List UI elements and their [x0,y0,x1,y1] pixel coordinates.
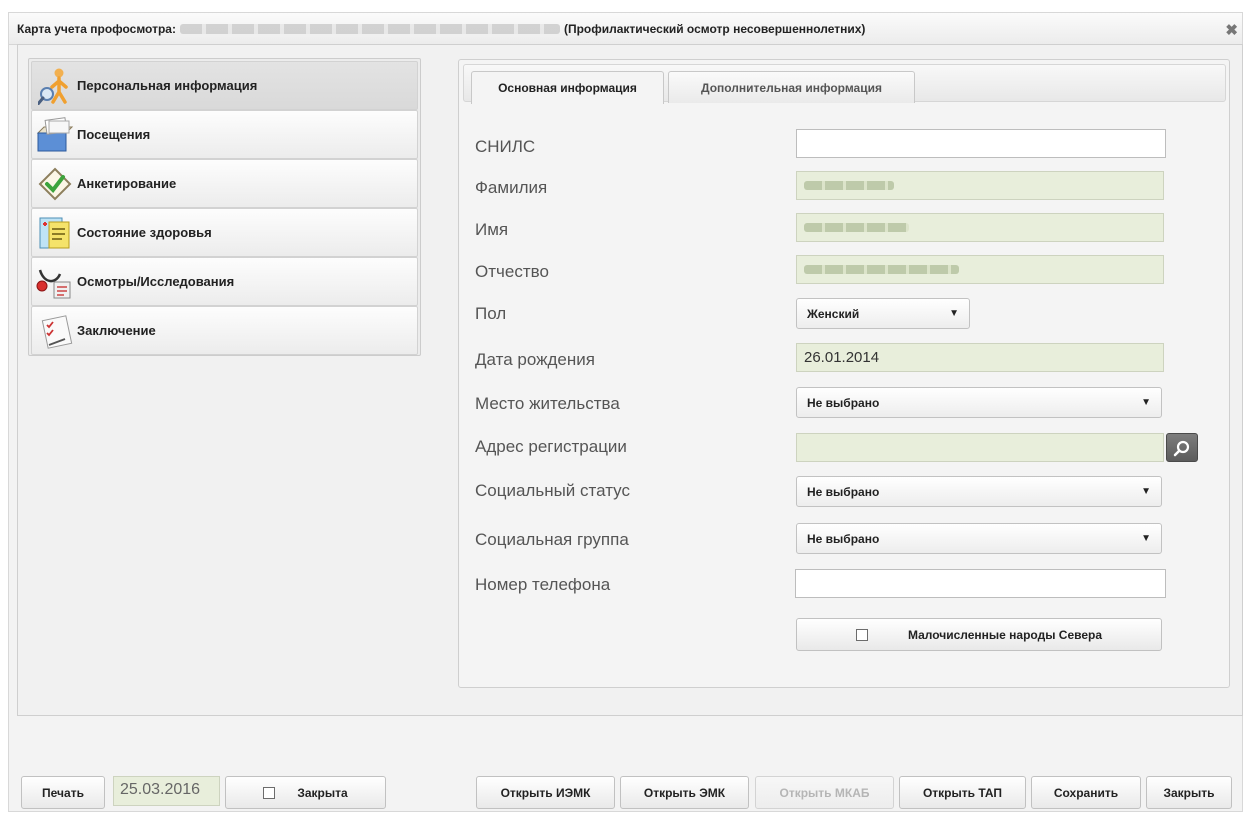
birthdate-label: Дата рождения [475,350,595,369]
redacted-value [804,265,959,274]
health-chart-icon [35,213,75,253]
phone-input[interactable] [795,569,1166,598]
sidebar-item-label: Анкетирование [77,176,177,191]
sidebar-item-health-state[interactable]: Состояние здоровья [31,208,418,257]
residence-label: Место жительства [475,394,620,413]
snils-label: СНИЛС [475,137,536,156]
window-titlebar: Карта учета профосмотра: (Профилактическ… [9,13,1242,45]
address-label: Адрес регистрации [475,437,627,456]
north-peoples-toggle[interactable]: Малочисленные народы Севера [796,618,1162,651]
phone-label: Номер телефона [475,575,611,594]
tab-main-info[interactable]: Основная информация [471,71,664,104]
snils-input[interactable] [796,129,1166,158]
gender-select-value: Женский [807,306,860,321]
chevron-down-icon: ▼ [1141,397,1151,408]
gender-label: Пол [475,304,507,323]
conclusion-document-icon [35,311,75,351]
tab-additional-info[interactable]: Дополнительная информация [668,71,915,103]
closing-date-field[interactable]: 25.03.2016 [113,776,220,806]
save-button[interactable]: Сохранить [1031,776,1141,809]
window-title-prefix: Карта учета профосмотра: [17,21,176,36]
open-mkab-button[interactable]: Открыть МКАБ [755,776,894,809]
close-icon[interactable]: ✖ [1225,21,1238,39]
social-status-select-value: Не выбрано [807,484,880,499]
gender-select[interactable]: Женский ▼ [796,298,970,329]
patronymic-field [796,255,1164,284]
closed-checkbox[interactable] [263,786,276,799]
lastname-label: Фамилия [475,178,548,197]
stethoscope-icon [35,262,75,302]
firstname-field [796,213,1164,242]
sidebar-nav: Персональная информация Посещения Анкети… [28,58,421,356]
print-button[interactable]: Печать [21,776,105,809]
address-search-button[interactable] [1166,433,1198,462]
social-group-select-value: Не выбрано [807,531,880,546]
redacted-value [804,181,894,190]
open-iemk-button[interactable]: Открыть ИЭМК [476,776,615,809]
residence-select-value: Не выбрано [807,395,880,410]
search-icon [1173,440,1190,456]
social-status-label: Социальный статус [475,481,630,500]
window-title-suffix: (Профилактический осмотр несовершеннолет… [563,21,866,36]
chevron-down-icon: ▼ [949,308,959,319]
card-file-icon [35,115,75,155]
redacted-value [804,223,909,232]
social-group-select[interactable]: Не выбрано ▼ [796,523,1162,554]
sidebar-item-examinations[interactable]: Осмотры/Исследования [31,257,418,306]
north-peoples-label: Малочисленные народы Севера [907,627,1103,642]
sidebar-item-label: Заключение [77,323,156,338]
north-peoples-checkbox[interactable] [855,628,868,641]
chevron-down-icon: ▼ [1141,533,1151,544]
sidebar-item-label: Осмотры/Исследования [77,274,235,289]
sidebar-item-personal-info[interactable]: Персональная информация [31,61,418,110]
birthdate-field: 26.01.2014 [796,343,1164,372]
lastname-field [796,171,1164,200]
checkmark-diamond-icon [35,164,75,204]
sidebar-item-questionnaire[interactable]: Анкетирование [31,159,418,208]
firstname-label: Имя [475,220,509,239]
social-status-select[interactable]: Не выбрано ▼ [796,476,1162,507]
social-group-label: Социальная группа [475,530,629,549]
person-magnifier-icon [35,66,75,106]
patronymic-label: Отчество [475,262,549,281]
chevron-down-icon: ▼ [1141,486,1151,497]
address-field[interactable] [796,433,1164,462]
open-emk-button[interactable]: Открыть ЭМК [620,776,749,809]
close-button[interactable]: Закрыть [1146,776,1232,809]
sidebar-item-label: Состояние здоровья [77,225,212,240]
redacted-patient-name [179,23,560,34]
sidebar-item-conclusion[interactable]: Заключение [31,306,418,355]
closed-toggle[interactable]: Закрыта [225,776,386,809]
open-tap-button[interactable]: Открыть ТАП [899,776,1026,809]
sidebar-item-visits[interactable]: Посещения [31,110,418,159]
tab-bar: Основная информация Дополнительная инфор… [463,64,1226,104]
sidebar-item-label: Персональная информация [77,78,258,93]
closed-label: Закрыта [297,785,348,800]
residence-select[interactable]: Не выбрано ▼ [796,387,1162,418]
sidebar-item-label: Посещения [77,127,151,142]
